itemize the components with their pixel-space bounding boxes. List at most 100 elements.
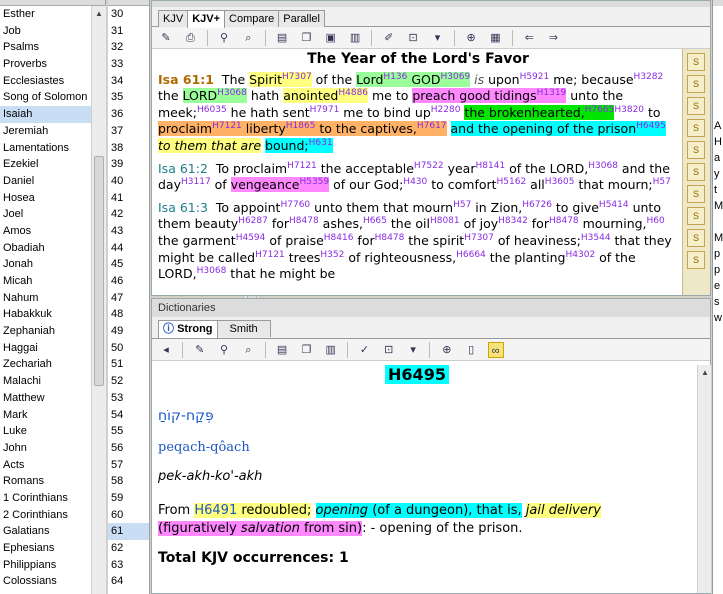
verse-ref[interactable]: Isa 61:2 <box>158 161 208 176</box>
clipboard-icon[interactable]: ▥ <box>347 30 363 46</box>
layout-icon[interactable]: ▦ <box>488 30 504 46</box>
book-item[interactable]: Romans <box>0 473 105 490</box>
chapter-item[interactable]: 32 <box>108 39 149 56</box>
book-item[interactable]: Zephaniah <box>0 323 105 340</box>
chapter-item[interactable]: 33 <box>108 56 149 73</box>
book-item[interactable]: Job <box>0 23 105 40</box>
chapter-item[interactable]: 34 <box>108 73 149 90</box>
chapter-item[interactable]: 44 <box>108 240 149 257</box>
book-item[interactable]: Haggai <box>0 340 105 357</box>
chapter-item[interactable]: 42 <box>108 206 149 223</box>
book-item[interactable]: Jonah <box>0 256 105 273</box>
book-item[interactable]: Ezekiel <box>0 156 105 173</box>
chapter-item[interactable]: 48 <box>108 306 149 323</box>
tab-parallel[interactable]: Parallel <box>278 10 325 27</box>
binoculars-icon[interactable]: ⚲ <box>216 30 232 46</box>
find-icon[interactable]: ⌕ <box>240 342 256 358</box>
clipboard-icon[interactable]: ▥ <box>323 342 339 358</box>
chapter-item[interactable]: 36 <box>108 106 149 123</box>
chapter-item[interactable]: 53 <box>108 390 149 407</box>
book-icon[interactable]: ▯ <box>463 342 479 358</box>
book-item[interactable]: Mark <box>0 407 105 424</box>
def-ref-link[interactable]: H6491 redoubled; <box>194 503 312 518</box>
book-item[interactable]: Ephesians <box>0 540 105 557</box>
book-item[interactable]: Amos <box>0 223 105 240</box>
book-item[interactable]: Matthew <box>0 390 105 407</box>
book-item[interactable]: 1 Corinthians <box>0 490 105 507</box>
chapter-item[interactable]: 43 <box>108 223 149 240</box>
back-icon[interactable]: ⇐ <box>521 30 537 46</box>
book-item[interactable]: Zechariah <box>0 356 105 373</box>
side-button-10[interactable]: S <box>687 251 705 269</box>
chapter-item[interactable]: 31 <box>108 23 149 40</box>
verse-ref[interactable]: Isa 61:3 <box>158 200 208 215</box>
zoom-icon[interactable]: ⊕ <box>439 342 455 358</box>
print-icon[interactable]: ⎙ <box>182 30 198 46</box>
edit-icon[interactable]: ✎ <box>158 30 174 46</box>
def-ref[interactable]: H6491 <box>194 503 237 518</box>
chapter-item[interactable]: 55 <box>108 423 149 440</box>
side-button-6[interactable]: S <box>687 163 705 181</box>
chapter-item[interactable]: 40 <box>108 173 149 190</box>
chapter-item[interactable]: 47 <box>108 290 149 307</box>
book-item[interactable]: Esther <box>0 6 105 23</box>
book-item[interactable]: Acts <box>0 457 105 474</box>
chapter-item[interactable]: 35 <box>108 89 149 106</box>
link-icon[interactable]: ∞ <box>487 342 504 358</box>
chapter-item[interactable]: 54 <box>108 407 149 424</box>
find-icon[interactable]: ⌕ <box>240 30 256 46</box>
tab-kjv-plus[interactable]: KJV+ <box>187 10 226 28</box>
tab-kjv[interactable]: KJV <box>158 10 189 27</box>
god-icon[interactable]: ⊡ <box>405 30 421 46</box>
book-item[interactable]: 2 Corinthians <box>0 507 105 524</box>
side-button-4[interactable]: S <box>687 119 705 137</box>
chapter-item[interactable]: 30 <box>108 6 149 23</box>
chapter-item[interactable]: 62 <box>108 540 149 557</box>
side-button-9[interactable]: S <box>687 229 705 247</box>
chapter-item[interactable]: 56 <box>108 440 149 457</box>
paste-icon[interactable]: ▣ <box>323 30 339 46</box>
book-item[interactable]: Philippians <box>0 557 105 574</box>
document-icon[interactable]: ▤ <box>274 342 290 358</box>
god-icon[interactable]: ⊡ <box>381 342 397 358</box>
book-item[interactable]: Joel <box>0 206 105 223</box>
chapter-item[interactable]: 60 <box>108 507 149 524</box>
chapter-item[interactable]: 41 <box>108 190 149 207</box>
copy-icon[interactable]: ❐ <box>298 30 314 46</box>
dropdown-icon[interactable]: ▾ <box>429 30 445 46</box>
tab-smith[interactable]: Smith <box>216 320 271 337</box>
book-item[interactable]: Galatians <box>0 523 105 540</box>
document-icon[interactable]: ▤ <box>274 30 290 46</box>
chapter-item[interactable]: 37 <box>108 123 149 140</box>
copy-icon[interactable]: ❐ <box>298 342 314 358</box>
chapter-item[interactable]: 58 <box>108 473 149 490</box>
side-button-3[interactable]: S <box>687 97 705 115</box>
back-arrow-icon[interactable]: ◂ <box>158 342 174 358</box>
edit-icon[interactable]: ✎ <box>192 342 208 358</box>
chapter-item[interactable]: 52 <box>108 373 149 390</box>
scroll-up-icon[interactable]: ▲ <box>699 367 711 379</box>
chapter-item[interactable]: 50 <box>108 340 149 357</box>
scroll-thumb[interactable] <box>94 156 104 386</box>
book-item[interactable]: Luke <box>0 423 105 440</box>
scroll-up-icon[interactable]: ▲ <box>93 8 105 20</box>
book-item[interactable]: John <box>0 440 105 457</box>
spellcheck-icon[interactable]: ✓ <box>356 342 372 358</box>
chapter-item[interactable]: 63 <box>108 557 149 574</box>
dictionary-scrollbar[interactable]: ▲ <box>697 365 711 593</box>
chapter-item[interactable]: 64 <box>108 573 149 590</box>
book-item[interactable]: Ecclesiastes <box>0 73 105 90</box>
book-item[interactable]: Habakkuk <box>0 306 105 323</box>
book-list-scrollbar[interactable]: ▲ <box>91 6 106 594</box>
side-button-1[interactable]: S <box>687 53 705 71</box>
chapter-item[interactable]: 39 <box>108 156 149 173</box>
forward-icon[interactable]: ⇒ <box>546 30 562 46</box>
side-button-8[interactable]: S <box>687 207 705 225</box>
book-item[interactable]: Psalms <box>0 39 105 56</box>
book-item[interactable]: Jeremiah <box>0 123 105 140</box>
book-item[interactable]: Proverbs <box>0 56 105 73</box>
chapter-item[interactable]: 38 <box>108 140 149 157</box>
chapter-item[interactable]: 57 <box>108 457 149 474</box>
chapter-item[interactable]: 59 <box>108 490 149 507</box>
chapter-item[interactable]: 46 <box>108 273 149 290</box>
